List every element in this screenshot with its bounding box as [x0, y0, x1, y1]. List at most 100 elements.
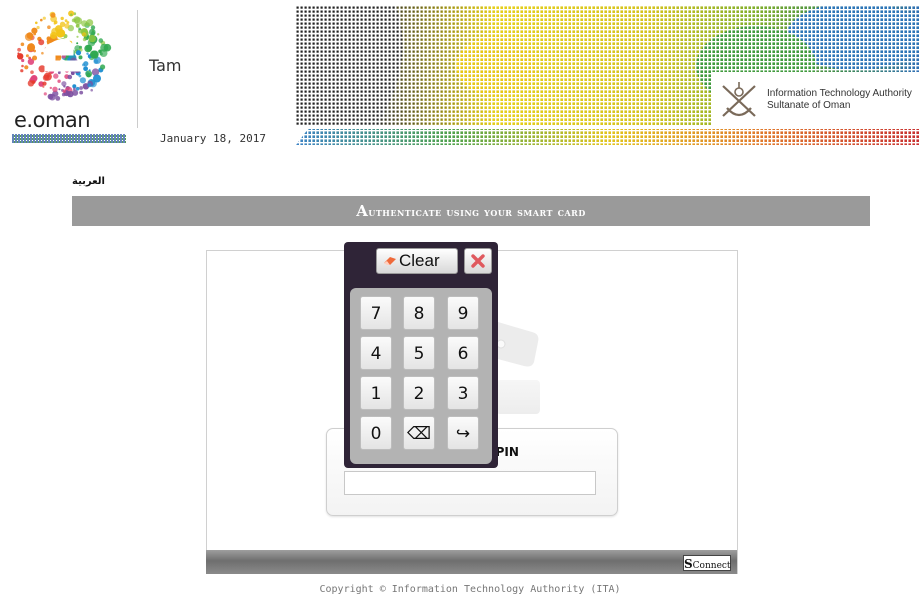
logo-dot: [90, 88, 93, 92]
logo-dot: [58, 88, 61, 91]
title-bar: Authenticate using your smart card: [72, 196, 870, 226]
virtual-keypad: Clear 7 8 9 4 5 6 1 2 3 0 ⌫ ↪: [344, 242, 498, 468]
logo-dot: [42, 85, 45, 88]
logo-dot: [85, 44, 93, 52]
arabic-language-link[interactable]: العربية: [72, 176, 105, 187]
keypad-clear-button[interactable]: Clear: [376, 248, 458, 274]
banner-color-strip: [296, 129, 919, 145]
logo-dot: [42, 74, 50, 81]
logo-dot: [79, 86, 83, 90]
enter-key[interactable]: ↪: [447, 416, 479, 450]
logo-dot: [81, 32, 87, 37]
copyright-text: Copyright © Information Technology Autho…: [319, 584, 621, 595]
key-6[interactable]: 6: [447, 336, 479, 370]
logo-dot: [43, 92, 47, 96]
logo-dot: [79, 77, 86, 84]
logo-dot: [53, 73, 59, 79]
keypad-close-button[interactable]: [464, 248, 492, 274]
key-9[interactable]: 9: [447, 296, 479, 330]
logo-dot: [75, 50, 82, 56]
logo-dot: [74, 19, 77, 22]
page-title: Authenticate using your smart card: [72, 196, 870, 227]
logo-underline: [12, 134, 126, 143]
logo-dot: [98, 38, 104, 43]
logo-dot: [33, 32, 37, 36]
logo-dot: [87, 83, 92, 88]
logo-dot: [72, 89, 79, 96]
logo-dot: [82, 63, 85, 67]
logo-dot: [75, 86, 80, 91]
logo-dot: [88, 69, 91, 72]
logo-dot: [64, 23, 70, 29]
authority-box: Information Technology Authority Sultana…: [711, 72, 919, 126]
emblem-icon: [722, 82, 756, 117]
logo-dot: [31, 80, 36, 84]
key-5[interactable]: 5: [403, 336, 435, 370]
logo-dot: [49, 86, 52, 90]
logo-text: e.oman: [14, 108, 91, 132]
sconnect-initial: S: [684, 557, 693, 571]
logo-dot: [57, 71, 61, 75]
logo-dot: [41, 51, 44, 55]
logo-dot: [78, 27, 82, 31]
logo-dot: [76, 35, 79, 38]
logo-dot: [63, 85, 66, 88]
logo-dot: [85, 70, 93, 78]
logo-dot: [90, 25, 96, 30]
logo-dot: [97, 33, 100, 36]
logo-dot: [21, 64, 24, 68]
keypad-clear-label: Clear: [399, 251, 440, 270]
logo-dot: [25, 54, 29, 58]
logo-dot: [40, 18, 43, 22]
logo-dot: [89, 28, 96, 36]
logo-dot: [47, 25, 51, 30]
logo-dot: [48, 93, 56, 101]
logo-dot: [67, 74, 73, 80]
logo-dot: [52, 86, 58, 93]
logo-dot: [62, 89, 66, 93]
logo-dot: [38, 39, 45, 46]
logo-dot: [86, 52, 89, 55]
key-4[interactable]: 4: [360, 336, 392, 370]
logo-dot: [70, 13, 73, 16]
logo-dot: [93, 74, 101, 83]
sconnect-button[interactable]: SConnect: [683, 555, 731, 571]
header-divider: [137, 10, 138, 128]
key-2[interactable]: 2: [403, 376, 435, 410]
logo-dot: [36, 25, 40, 30]
logo-dot: [83, 66, 88, 72]
logo-dot: [82, 37, 87, 42]
logo-dot: [27, 43, 36, 52]
logo-dot: [42, 81, 47, 86]
keypad-keys: 7 8 9 4 5 6 1 2 3 0 ⌫ ↪: [350, 288, 492, 464]
logo-dot: [50, 12, 56, 18]
card-reader-icon: [496, 380, 540, 414]
page-title-initial: A: [356, 202, 369, 220]
keypad-header: Clear: [344, 242, 498, 280]
logo-dot: [50, 31, 58, 39]
logo-dot: [30, 70, 34, 74]
eraser-icon: [384, 257, 396, 265]
logo-dot: [20, 69, 24, 73]
key-8[interactable]: 8: [403, 296, 435, 330]
key-0[interactable]: 0: [360, 416, 392, 450]
logo-dot: [76, 42, 79, 45]
logo-dot: [66, 21, 70, 24]
key-1[interactable]: 1: [360, 376, 392, 410]
authority-country: Sultanate of Oman: [767, 100, 851, 111]
logo-dot: [42, 16, 46, 20]
key-3[interactable]: 3: [447, 376, 479, 410]
logo-dot: [78, 55, 83, 60]
logo-dot: [88, 34, 97, 43]
backspace-key[interactable]: ⌫: [403, 416, 435, 450]
key-7[interactable]: 7: [360, 296, 392, 330]
current-date: January 18, 2017: [160, 132, 266, 145]
page-title-rest: uthenticate using your smart card: [368, 205, 586, 219]
authority-name: Information Technology Authority: [767, 88, 912, 99]
logo-dot: [100, 64, 106, 70]
logo-dot: [93, 54, 99, 59]
sconnect-label: Connect: [692, 561, 731, 571]
logo-dot: [99, 49, 108, 57]
pin-input[interactable]: [344, 471, 596, 495]
logo-dot: [35, 21, 38, 25]
